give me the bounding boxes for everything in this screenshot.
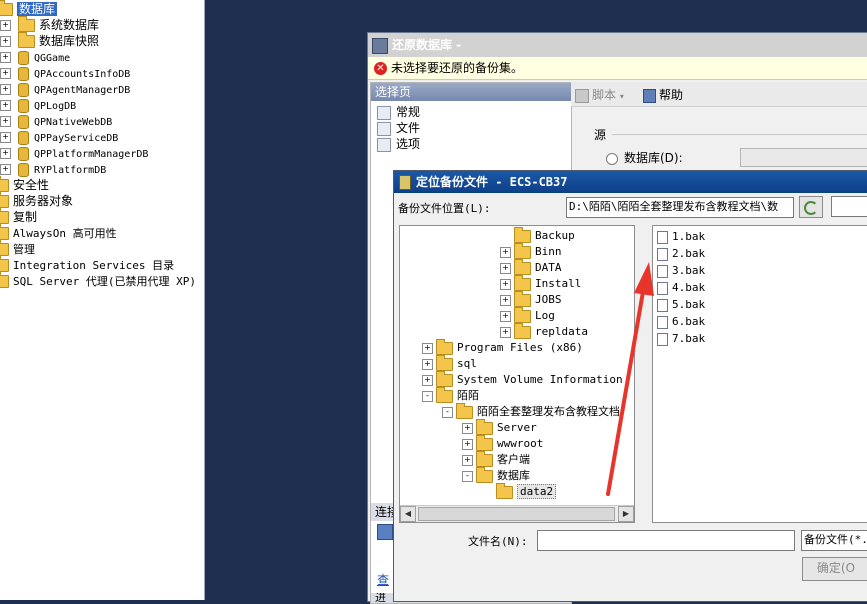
annotation-arrow-shaft <box>606 284 646 496</box>
annotation-arrow <box>606 262 654 496</box>
annotation-arrow-head <box>634 262 654 296</box>
